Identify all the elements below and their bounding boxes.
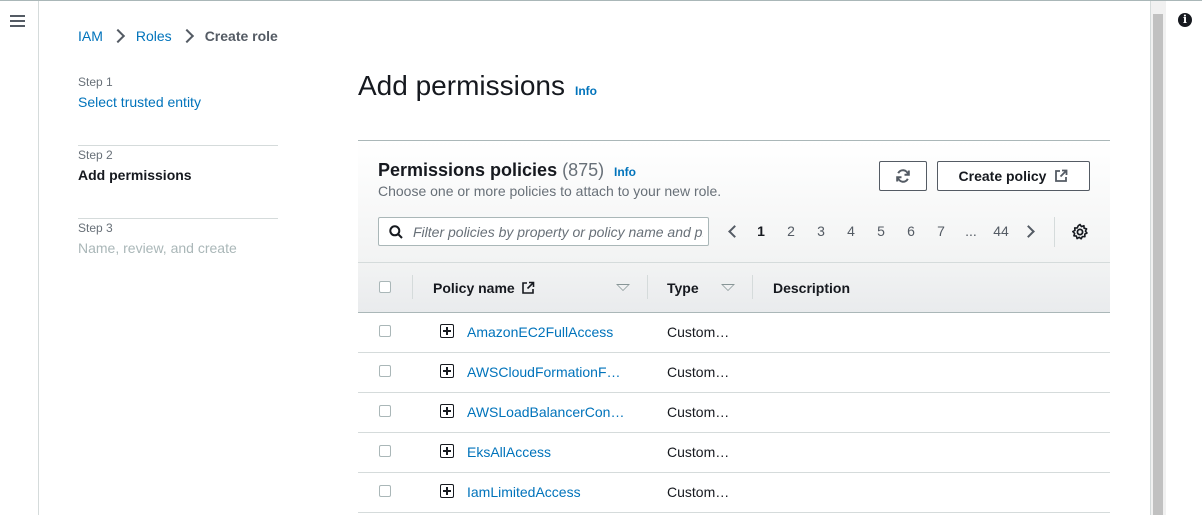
policy-type: Custom… [667,444,730,460]
column-header-type[interactable]: Type [667,263,699,312]
external-link-icon [1055,169,1068,182]
page-44[interactable]: 44 [986,223,1016,239]
chevron-right-icon [179,28,194,44]
sort-caret-icon[interactable] [616,284,630,291]
external-link-icon [521,281,535,294]
step-current-add-permissions: Add permissions [78,167,192,183]
table-row: IamLimitedAccess Custom… [358,472,1110,513]
breadcrumb-roles[interactable]: Roles [136,28,172,44]
top-border [0,0,1202,1]
chevron-right-icon [110,28,125,44]
expand-plus-icon[interactable] [440,364,454,378]
table-row: EksAllAccess Custom… [358,432,1110,473]
wizard-step-3: Step 3 Name, review, and create [78,219,278,291]
panel-title: Permissions policies (875) [378,160,604,181]
policy-name-link[interactable]: AWSCloudFormationF… [467,364,621,380]
create-policy-label: Create policy [958,168,1047,184]
gear-icon[interactable] [1071,223,1089,241]
row-checkbox[interactable] [379,325,391,337]
wizard-steps: Step 1 Select trusted entity Step 2 Add … [78,73,278,291]
sort-caret-icon[interactable] [721,284,735,291]
column-divider [752,275,753,299]
expand-plus-icon[interactable] [440,324,454,338]
wizard-step-1: Step 1 Select trusted entity [78,73,278,146]
policy-name-link[interactable]: EksAllAccess [467,444,551,460]
filter-policies-field[interactable] [378,217,709,246]
refresh-icon [896,169,910,183]
table-row: AWSCloudFormationF… Custom… [358,352,1110,393]
breadcrumb-iam[interactable]: IAM [78,28,103,44]
filter-policies-input[interactable] [411,222,705,241]
step-link-select-trusted-entity[interactable]: Select trusted entity [78,94,278,110]
column-header-description-label: Description [773,279,851,296]
divider [1054,217,1055,247]
chevron-right-icon [1021,224,1035,238]
menu-icon[interactable] [10,15,25,27]
page-4[interactable]: 4 [836,223,866,239]
create-policy-button[interactable]: Create policy [937,161,1090,191]
policy-type: Custom… [667,484,730,500]
expand-plus-icon[interactable] [440,404,454,418]
column-divider [412,275,413,299]
step-label: Step 3 [78,221,113,235]
info-icon[interactable]: i [1178,13,1192,27]
breadcrumb-current: Create role [204,28,278,44]
table-row: AmazonEC2FullAccess Custom… [358,312,1110,353]
page-1[interactable]: 1 [746,223,776,239]
page-ellipsis: ... [965,223,977,239]
row-checkbox[interactable] [379,445,391,457]
table-row: AWSLoadBalancerCon… Custom… [358,392,1110,433]
breadcrumb: IAM Roles Create role [78,28,278,44]
page-6[interactable]: 6 [896,223,926,239]
page-info-link[interactable]: Info [575,84,597,98]
policy-type: Custom… [667,404,730,420]
expand-plus-icon[interactable] [440,444,454,458]
policy-name-link[interactable]: IamLimitedAccess [467,484,581,500]
page-2[interactable]: 2 [776,223,806,239]
column-divider [647,275,648,299]
panel-description: Choose one or more policies to attach to… [378,183,722,199]
next-page-button[interactable] [1016,224,1040,238]
page-7[interactable]: 7 [926,223,956,239]
policy-type: Custom… [667,324,730,340]
row-checkbox[interactable] [379,405,391,417]
select-all-checkbox[interactable] [379,281,391,293]
step-label: Step 1 [78,75,113,89]
step-disabled-name-review-create: Name, review, and create [78,240,237,256]
column-header-description[interactable]: Description [773,263,850,312]
permissions-policies-panel: Permissions policies (875) Info Choose o… [358,140,1110,516]
row-checkbox[interactable] [379,365,391,377]
scrollbar-thumb[interactable] [1153,14,1163,515]
panel-header: Permissions policies (875) Info Choose o… [358,141,1110,262]
policy-count: (875) [562,160,605,180]
panel-title-text: Permissions policies [378,160,558,180]
page-3[interactable]: 3 [806,223,836,239]
policy-type: Custom… [667,364,730,380]
refresh-button[interactable] [879,161,927,191]
policy-name-link[interactable]: AWSLoadBalancerCon… [467,404,624,420]
navigation-drawer [0,1,39,515]
chevron-left-icon [727,224,741,238]
step-label: Step 2 [78,148,113,162]
column-header-policy-name[interactable]: Policy name [433,263,535,312]
page-title: Add permissions [358,70,565,101]
wizard-step-2: Step 2 Add permissions [78,146,278,219]
column-header-type-label: Type [667,279,699,296]
previous-page-button[interactable] [722,224,746,238]
table-header: Policy name Type Description [358,262,1110,313]
column-header-policy-name-label: Policy name [433,279,515,296]
search-icon [389,224,403,239]
panel-info-link[interactable]: Info [614,165,636,179]
expand-plus-icon[interactable] [440,484,454,498]
row-checkbox[interactable] [379,485,391,497]
policy-name-link[interactable]: AmazonEC2FullAccess [467,324,613,340]
page-5[interactable]: 5 [866,223,896,239]
pagination: 1 2 3 4 5 6 7 ... 44 [722,219,1040,243]
